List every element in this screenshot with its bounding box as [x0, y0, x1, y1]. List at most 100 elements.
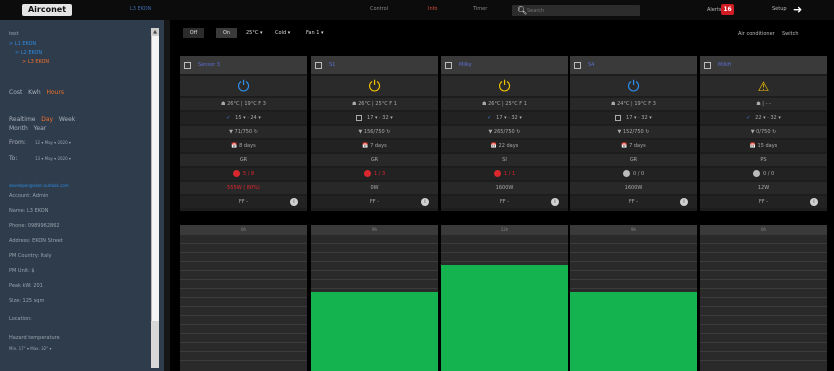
alarm-row[interactable]: 5 / 8	[180, 168, 307, 180]
setpoint-row[interactable]: ✓ 15 ▾ · 24 ▾	[180, 112, 307, 124]
setpoint-row[interactable]: ✓ 17 ▾ · 32 ▾	[441, 112, 568, 124]
setpoint-row[interactable]: 17 ▾ · 32 ▾	[311, 112, 438, 124]
device-name[interactable]: Milky	[459, 62, 472, 68]
temperature-row: ☗ | - -	[700, 98, 827, 110]
info-icon[interactable]: i	[290, 198, 298, 206]
device-card-header: Sensor 3	[180, 56, 307, 74]
setpoint-select[interactable]: 22 ▾ · 32 ▾	[755, 115, 781, 121]
period-day[interactable]: Day	[41, 116, 53, 123]
alerts-count-badge[interactable]: 16	[721, 4, 734, 15]
nav-info[interactable]: Info	[428, 6, 437, 12]
grid-line	[570, 270, 697, 271]
setpoint-row[interactable]: ✓ 22 ▾ · 32 ▾	[700, 112, 827, 124]
power-icon[interactable]: ⏻	[499, 77, 511, 95]
temperature-row: ☗ 26°C | 19°C F 3	[180, 98, 307, 110]
setpoint-select[interactable]: 17 ▾ · 32 ▾	[367, 115, 393, 121]
tree-root[interactable]: test	[9, 31, 19, 37]
scroll-up-icon[interactable]: ▲	[151, 28, 159, 36]
from-date-select[interactable]: 12 ▾ May ▾ 2020 ▾	[35, 140, 71, 145]
check-icon[interactable]: ✓	[487, 115, 491, 121]
peak-kw: Peak kW: 201	[9, 283, 43, 289]
device-name[interactable]: S1	[329, 62, 335, 68]
grid-line	[570, 279, 697, 280]
search-box[interactable]: 🔍︎	[512, 5, 640, 16]
alarm-row[interactable]: 1 / 3	[311, 168, 438, 180]
app-logo[interactable]: Airconet	[22, 4, 72, 16]
power-consumption: 12W	[700, 182, 827, 194]
search-input[interactable]	[527, 5, 632, 16]
fan-select[interactable]: Fan 1 ▾	[306, 30, 324, 36]
info-icon[interactable]: i	[421, 198, 429, 206]
filter-hours-row[interactable]: ▼ 156/750 ↻	[311, 126, 438, 138]
filter-hours-row[interactable]: ▼ 265/750 ↻	[441, 126, 568, 138]
power-consumption: 1600W	[570, 182, 697, 194]
device-select-checkbox[interactable]	[704, 62, 711, 69]
warning-icon[interactable]: ⚠	[758, 80, 770, 95]
all-on-button[interactable]: On	[216, 28, 237, 38]
device-select-checkbox[interactable]	[445, 62, 452, 69]
to-date-select[interactable]: 13 ▾ May ▾ 2020 ▾	[35, 156, 71, 161]
tree-item-l3[interactable]: > L3 EKON	[22, 59, 49, 65]
alarm-row[interactable]: 0 / 0	[570, 168, 697, 180]
nav-control[interactable]: Control	[370, 6, 388, 12]
checkbox-icon[interactable]	[615, 114, 622, 121]
device-type-label[interactable]: Air conditioner	[738, 31, 775, 37]
tree-item-l2[interactable]: > L2 EKON	[15, 50, 42, 56]
hazard-temp-range[interactable]: Min. 17° ▾ Max. 32° ▾	[9, 346, 51, 351]
alarm-row[interactable]: 0 / 0	[700, 168, 827, 180]
power-icon[interactable]: ⏻	[628, 77, 640, 95]
checkbox-icon[interactable]	[356, 114, 363, 121]
device-select-checkbox[interactable]	[574, 62, 581, 69]
device-select-checkbox[interactable]	[184, 62, 191, 69]
metric-kwh[interactable]: Kwh	[28, 89, 41, 96]
logout-icon[interactable]: ➜	[793, 3, 802, 16]
nav-timer[interactable]: Timer	[473, 6, 487, 12]
sidebar-scroll-thumb[interactable]	[151, 36, 159, 321]
grid-line	[180, 315, 307, 316]
device-select-checkbox[interactable]	[315, 62, 322, 69]
temp-select[interactable]: 25°C ▾	[246, 30, 262, 36]
setpoint-select[interactable]: 15 ▾ · 24 ▾	[235, 115, 261, 121]
device-name[interactable]: Sensor 3	[198, 62, 220, 68]
alarm-count: 5 / 8	[242, 171, 255, 177]
hours-bar-column: 9h	[311, 225, 438, 371]
info-icon[interactable]: i	[810, 198, 818, 206]
info-icon[interactable]: i	[551, 198, 559, 206]
power-icon[interactable]: ⏻	[369, 77, 381, 95]
tree-item-l1[interactable]: > L1 EKON	[9, 41, 36, 47]
filter-hours-row[interactable]: ▼ 0/750 ↻	[700, 126, 827, 138]
check-icon[interactable]: ✓	[226, 115, 230, 121]
period-realtime[interactable]: Realtime	[9, 116, 36, 123]
period-month[interactable]: Month	[9, 125, 28, 132]
all-off-button[interactable]: Off	[183, 28, 204, 38]
breadcrumb[interactable]: L3 EKON	[130, 6, 151, 12]
setpoint-select[interactable]: 17 ▾ · 32 ▾	[626, 115, 652, 121]
ff-label: FF -	[499, 199, 510, 205]
metric-hours[interactable]: Hours	[46, 89, 64, 96]
grid-line	[311, 243, 438, 244]
hours-bar-label: 0h	[180, 225, 307, 235]
days-row: 📅 8 days	[180, 140, 307, 152]
account-email[interactable]: developer@ekon.outlook.com	[9, 183, 69, 188]
filter-hours-row[interactable]: ▼ 152/750 ↻	[570, 126, 697, 138]
grid-line	[311, 270, 438, 271]
mode-select[interactable]: Cold ▾	[275, 30, 290, 36]
alerts-label[interactable]: Alerts	[707, 7, 722, 13]
switch-label[interactable]: Switch	[782, 31, 799, 37]
period-week[interactable]: Week	[59, 116, 75, 123]
period-year[interactable]: Year	[34, 125, 47, 132]
setup-link[interactable]: Setup	[772, 6, 787, 12]
device-name[interactable]: Milkfi	[718, 62, 731, 68]
setpoint-select[interactable]: 17 ▾ · 32 ▾	[496, 115, 522, 121]
info-icon[interactable]: i	[680, 198, 688, 206]
setpoint-row[interactable]: 17 ▾ · 32 ▾	[570, 112, 697, 124]
grid-line	[180, 252, 307, 253]
power-icon[interactable]: ⏻	[238, 77, 250, 95]
device-name[interactable]: S4	[588, 62, 594, 68]
check-icon[interactable]: ✓	[746, 115, 750, 121]
metric-cost[interactable]: Cost	[9, 89, 22, 96]
alarm-row[interactable]: 1 / 1	[441, 168, 568, 180]
alarm-count: 0 / 0	[762, 171, 775, 177]
power-row: ⏻	[441, 76, 568, 96]
filter-hours-row[interactable]: ▼ 71/750 ↻	[180, 126, 307, 138]
